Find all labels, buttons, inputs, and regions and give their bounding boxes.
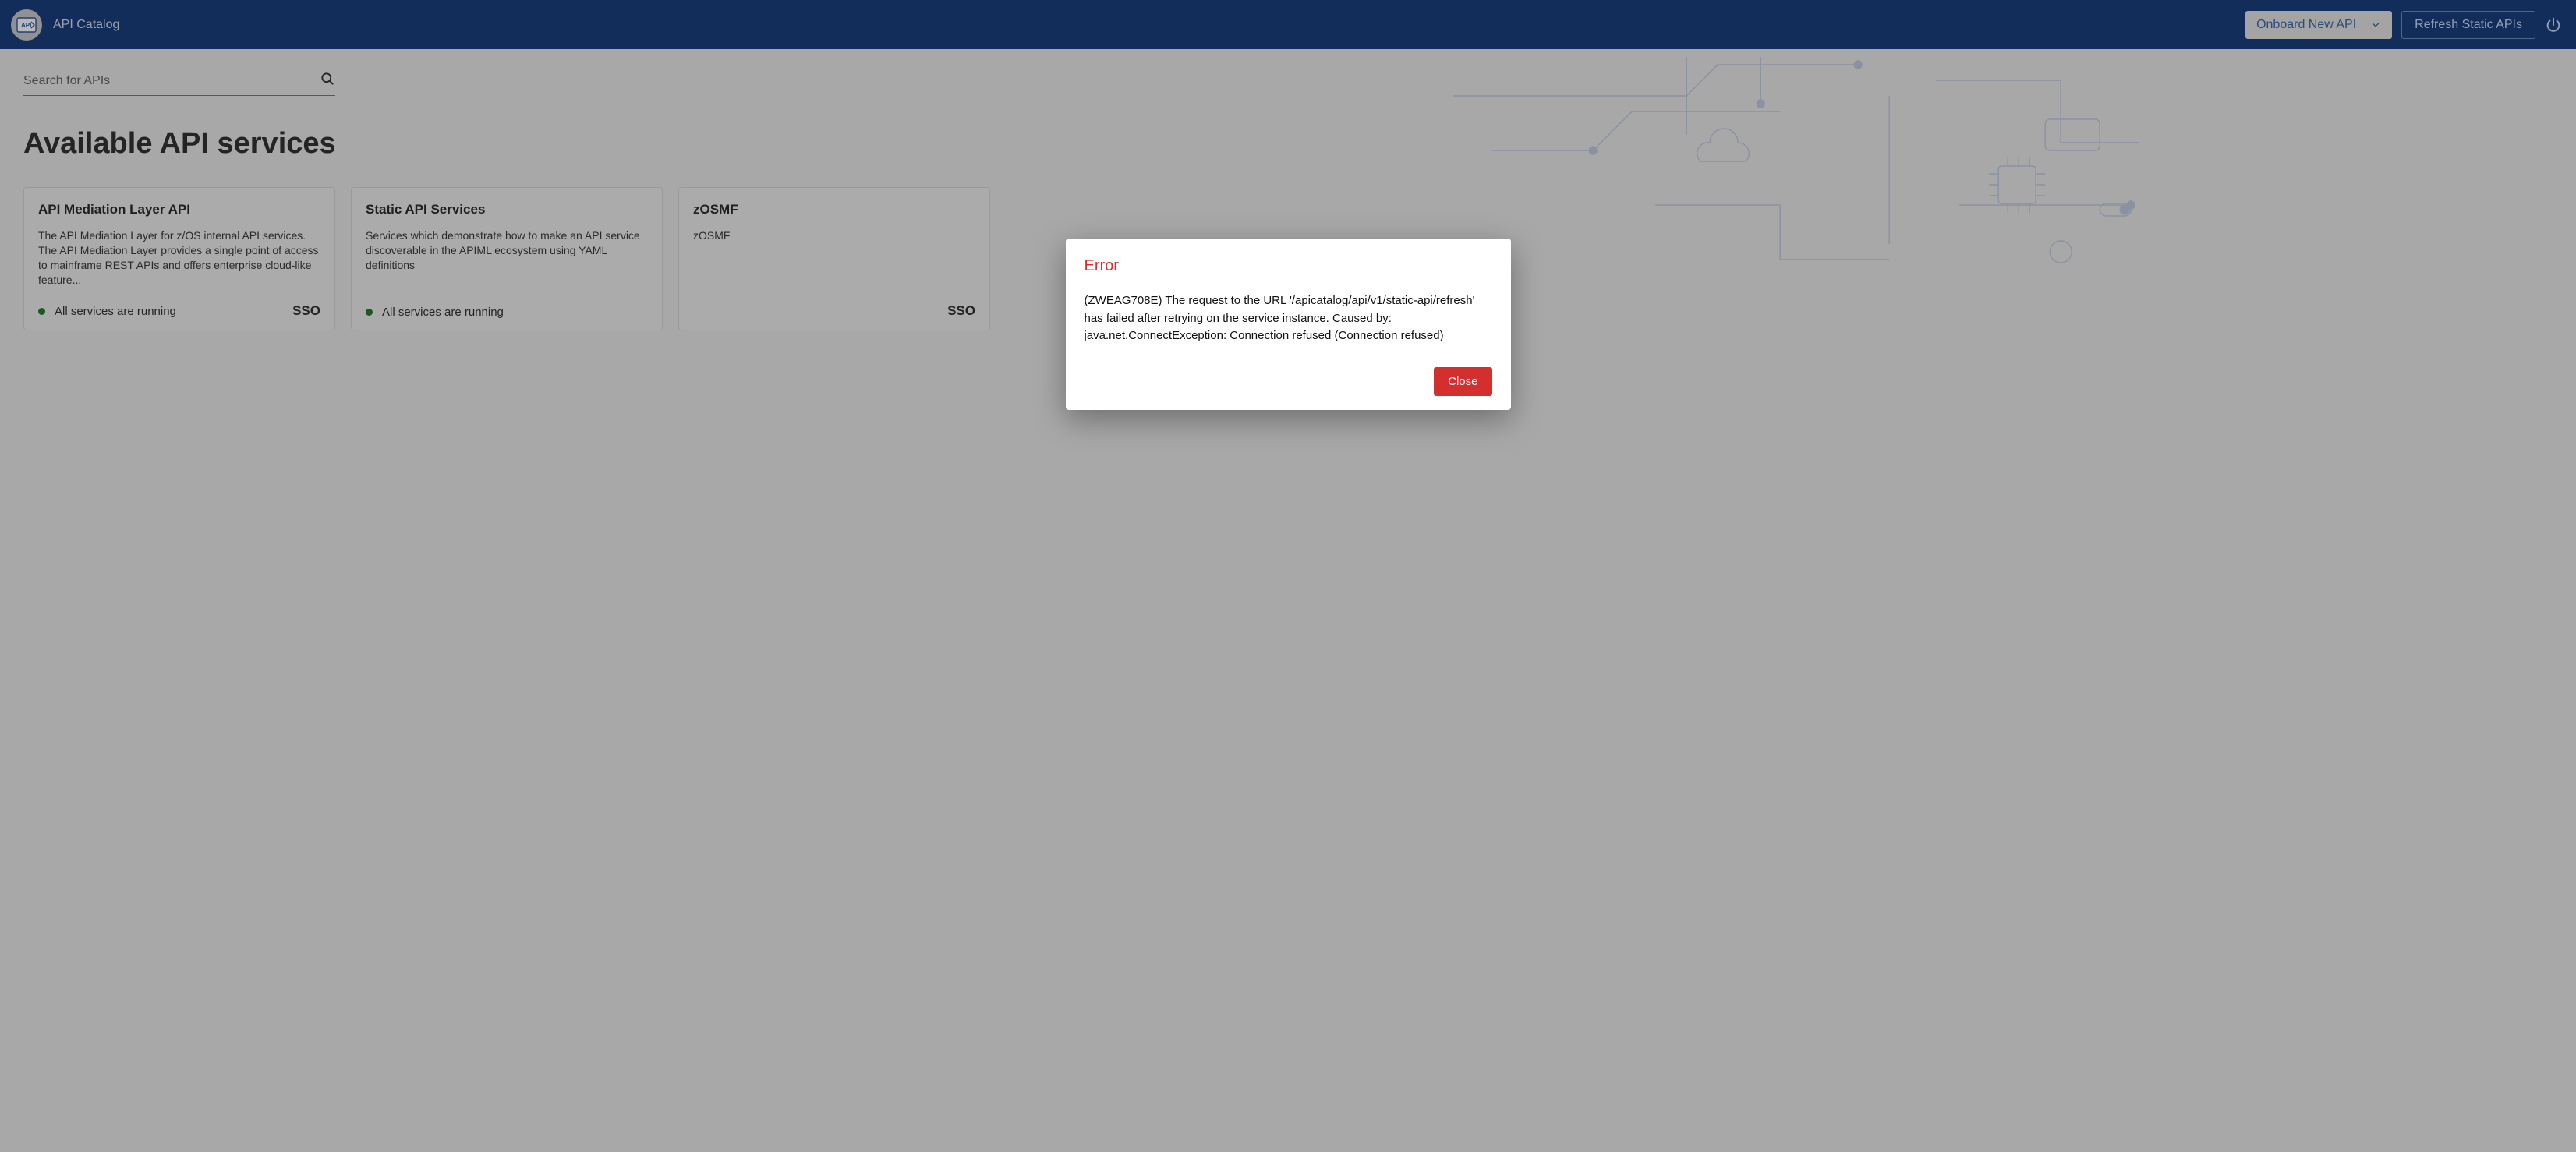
modal-body: (ZWEAG708E) The request to the URL '/api… bbox=[1085, 292, 1492, 345]
close-label: Close bbox=[1448, 375, 1477, 388]
error-modal: Error (ZWEAG708E) The request to the URL… bbox=[1066, 239, 1511, 410]
modal-title: Error bbox=[1085, 257, 1492, 275]
modal-overlay[interactable]: Error (ZWEAG708E) The request to the URL… bbox=[0, 0, 2576, 1152]
close-button[interactable]: Close bbox=[1434, 367, 1491, 396]
modal-actions: Close bbox=[1085, 367, 1492, 396]
